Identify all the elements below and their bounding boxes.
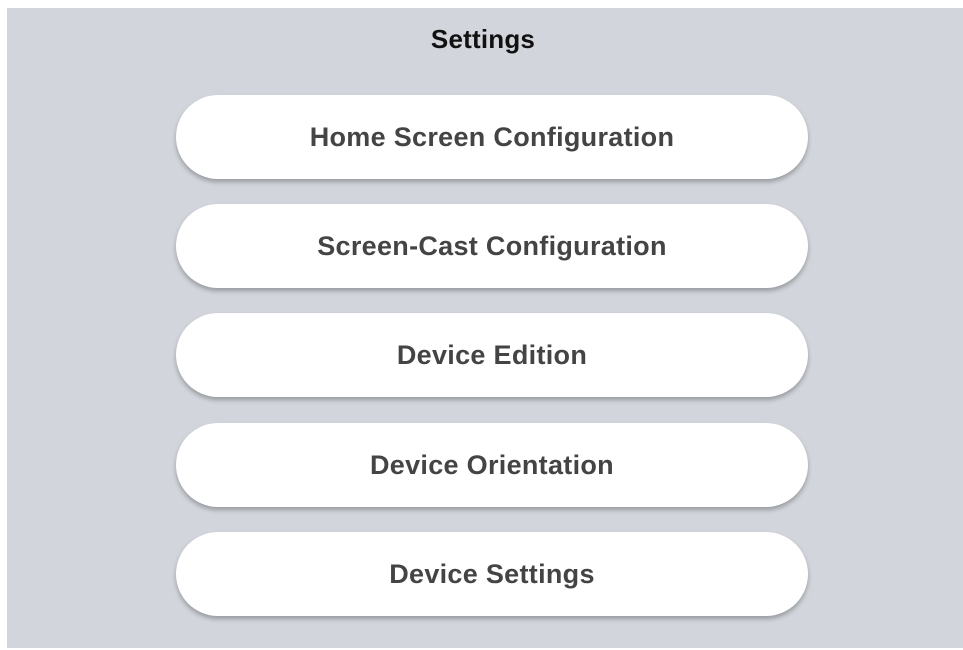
device-settings-button[interactable]: Device Settings	[176, 532, 808, 616]
page-title: Settings	[430, 24, 536, 54]
device-edition-button[interactable]: Device Edition	[176, 313, 808, 397]
device-edition-label: Device Edition	[396, 339, 588, 370]
home-screen-configuration-button[interactable]: Home Screen Configuration	[176, 95, 808, 179]
screen-cast-configuration-label: Screen-Cast Configuration	[317, 230, 667, 261]
device-orientation-label: Device Orientation	[370, 449, 614, 480]
home-screen-configuration-label: Home Screen Configuration	[309, 121, 675, 152]
device-settings-label: Device Settings	[389, 558, 595, 589]
device-orientation-button[interactable]: Device Orientation	[176, 423, 808, 507]
screen-cast-configuration-button[interactable]: Screen-Cast Configuration	[176, 204, 808, 288]
